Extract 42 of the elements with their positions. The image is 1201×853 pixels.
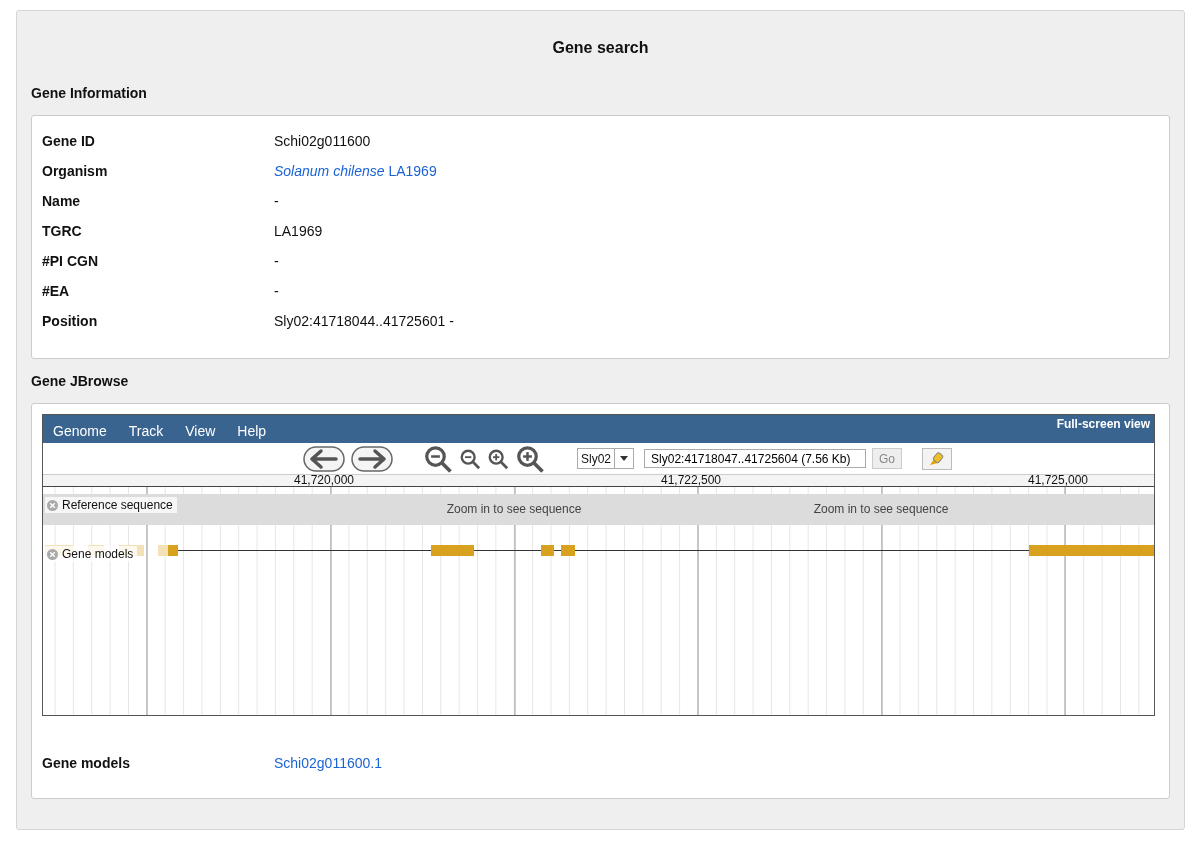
menu-item[interactable]: Genome bbox=[53, 419, 107, 439]
track-label-text: Reference sequence bbox=[62, 498, 173, 512]
field-label: Gene ID bbox=[42, 133, 96, 149]
menu-item[interactable]: Help bbox=[237, 419, 267, 439]
ruler-label: 41,725,000 bbox=[1027, 473, 1089, 487]
sequence-note: Zoom in to see sequence bbox=[446, 502, 582, 516]
highlight-button[interactable] bbox=[922, 447, 953, 470]
location-field[interactable]: Sly02:41718047..41725604 (7.56 Kb) bbox=[644, 449, 867, 468]
field-label: #PI CGN bbox=[42, 253, 99, 269]
menu-item[interactable]: Track bbox=[128, 419, 164, 439]
go-button[interactable]: Go bbox=[872, 448, 903, 469]
field-label: TGRC bbox=[42, 223, 83, 239]
field-label: Name bbox=[42, 193, 82, 209]
zoom-out-icon[interactable] bbox=[423, 443, 453, 474]
track-label-text: Gene models bbox=[62, 547, 134, 561]
organism-link[interactable]: Solanum chilense LA1969 bbox=[274, 163, 437, 179]
menu-item[interactable]: View bbox=[185, 419, 216, 439]
zoom-in-icon[interactable] bbox=[515, 443, 545, 474]
field-label: Position bbox=[42, 313, 99, 329]
ruler-label: 41,720,000 bbox=[293, 473, 355, 487]
field-value: Sly02:41718044..41725601 - bbox=[274, 313, 454, 329]
field-value: - bbox=[274, 253, 279, 269]
section-heading: Gene JBrowse bbox=[31, 373, 130, 389]
caret-icon bbox=[620, 456, 629, 461]
page-title: Gene search bbox=[551, 39, 650, 57]
zoom-in-icon[interactable] bbox=[487, 447, 509, 470]
field-value: LA1969 bbox=[274, 223, 323, 239]
track-label[interactable]: Gene models bbox=[45, 546, 138, 562]
zoom-out-icon[interactable] bbox=[459, 447, 481, 470]
sequence-note: Zoom in to see sequence bbox=[813, 502, 949, 516]
field-value: - bbox=[274, 193, 279, 209]
ruler-label: 41,722,500 bbox=[660, 473, 722, 487]
field-value: - bbox=[274, 283, 279, 299]
section-heading: Gene Information bbox=[31, 85, 148, 101]
fullscreen-link[interactable]: Full-screen view bbox=[1056, 417, 1150, 431]
field-label: Gene models bbox=[42, 755, 131, 771]
field-label: Organism bbox=[42, 163, 109, 179]
gene-model-link[interactable]: Schi02g011600.1 bbox=[274, 755, 382, 771]
chromosome-select[interactable]: Sly02 bbox=[577, 448, 635, 469]
field-label: #EA bbox=[42, 283, 71, 299]
field-value: Schi02g011600 bbox=[274, 133, 371, 149]
track-label[interactable]: Reference sequence bbox=[45, 497, 177, 513]
